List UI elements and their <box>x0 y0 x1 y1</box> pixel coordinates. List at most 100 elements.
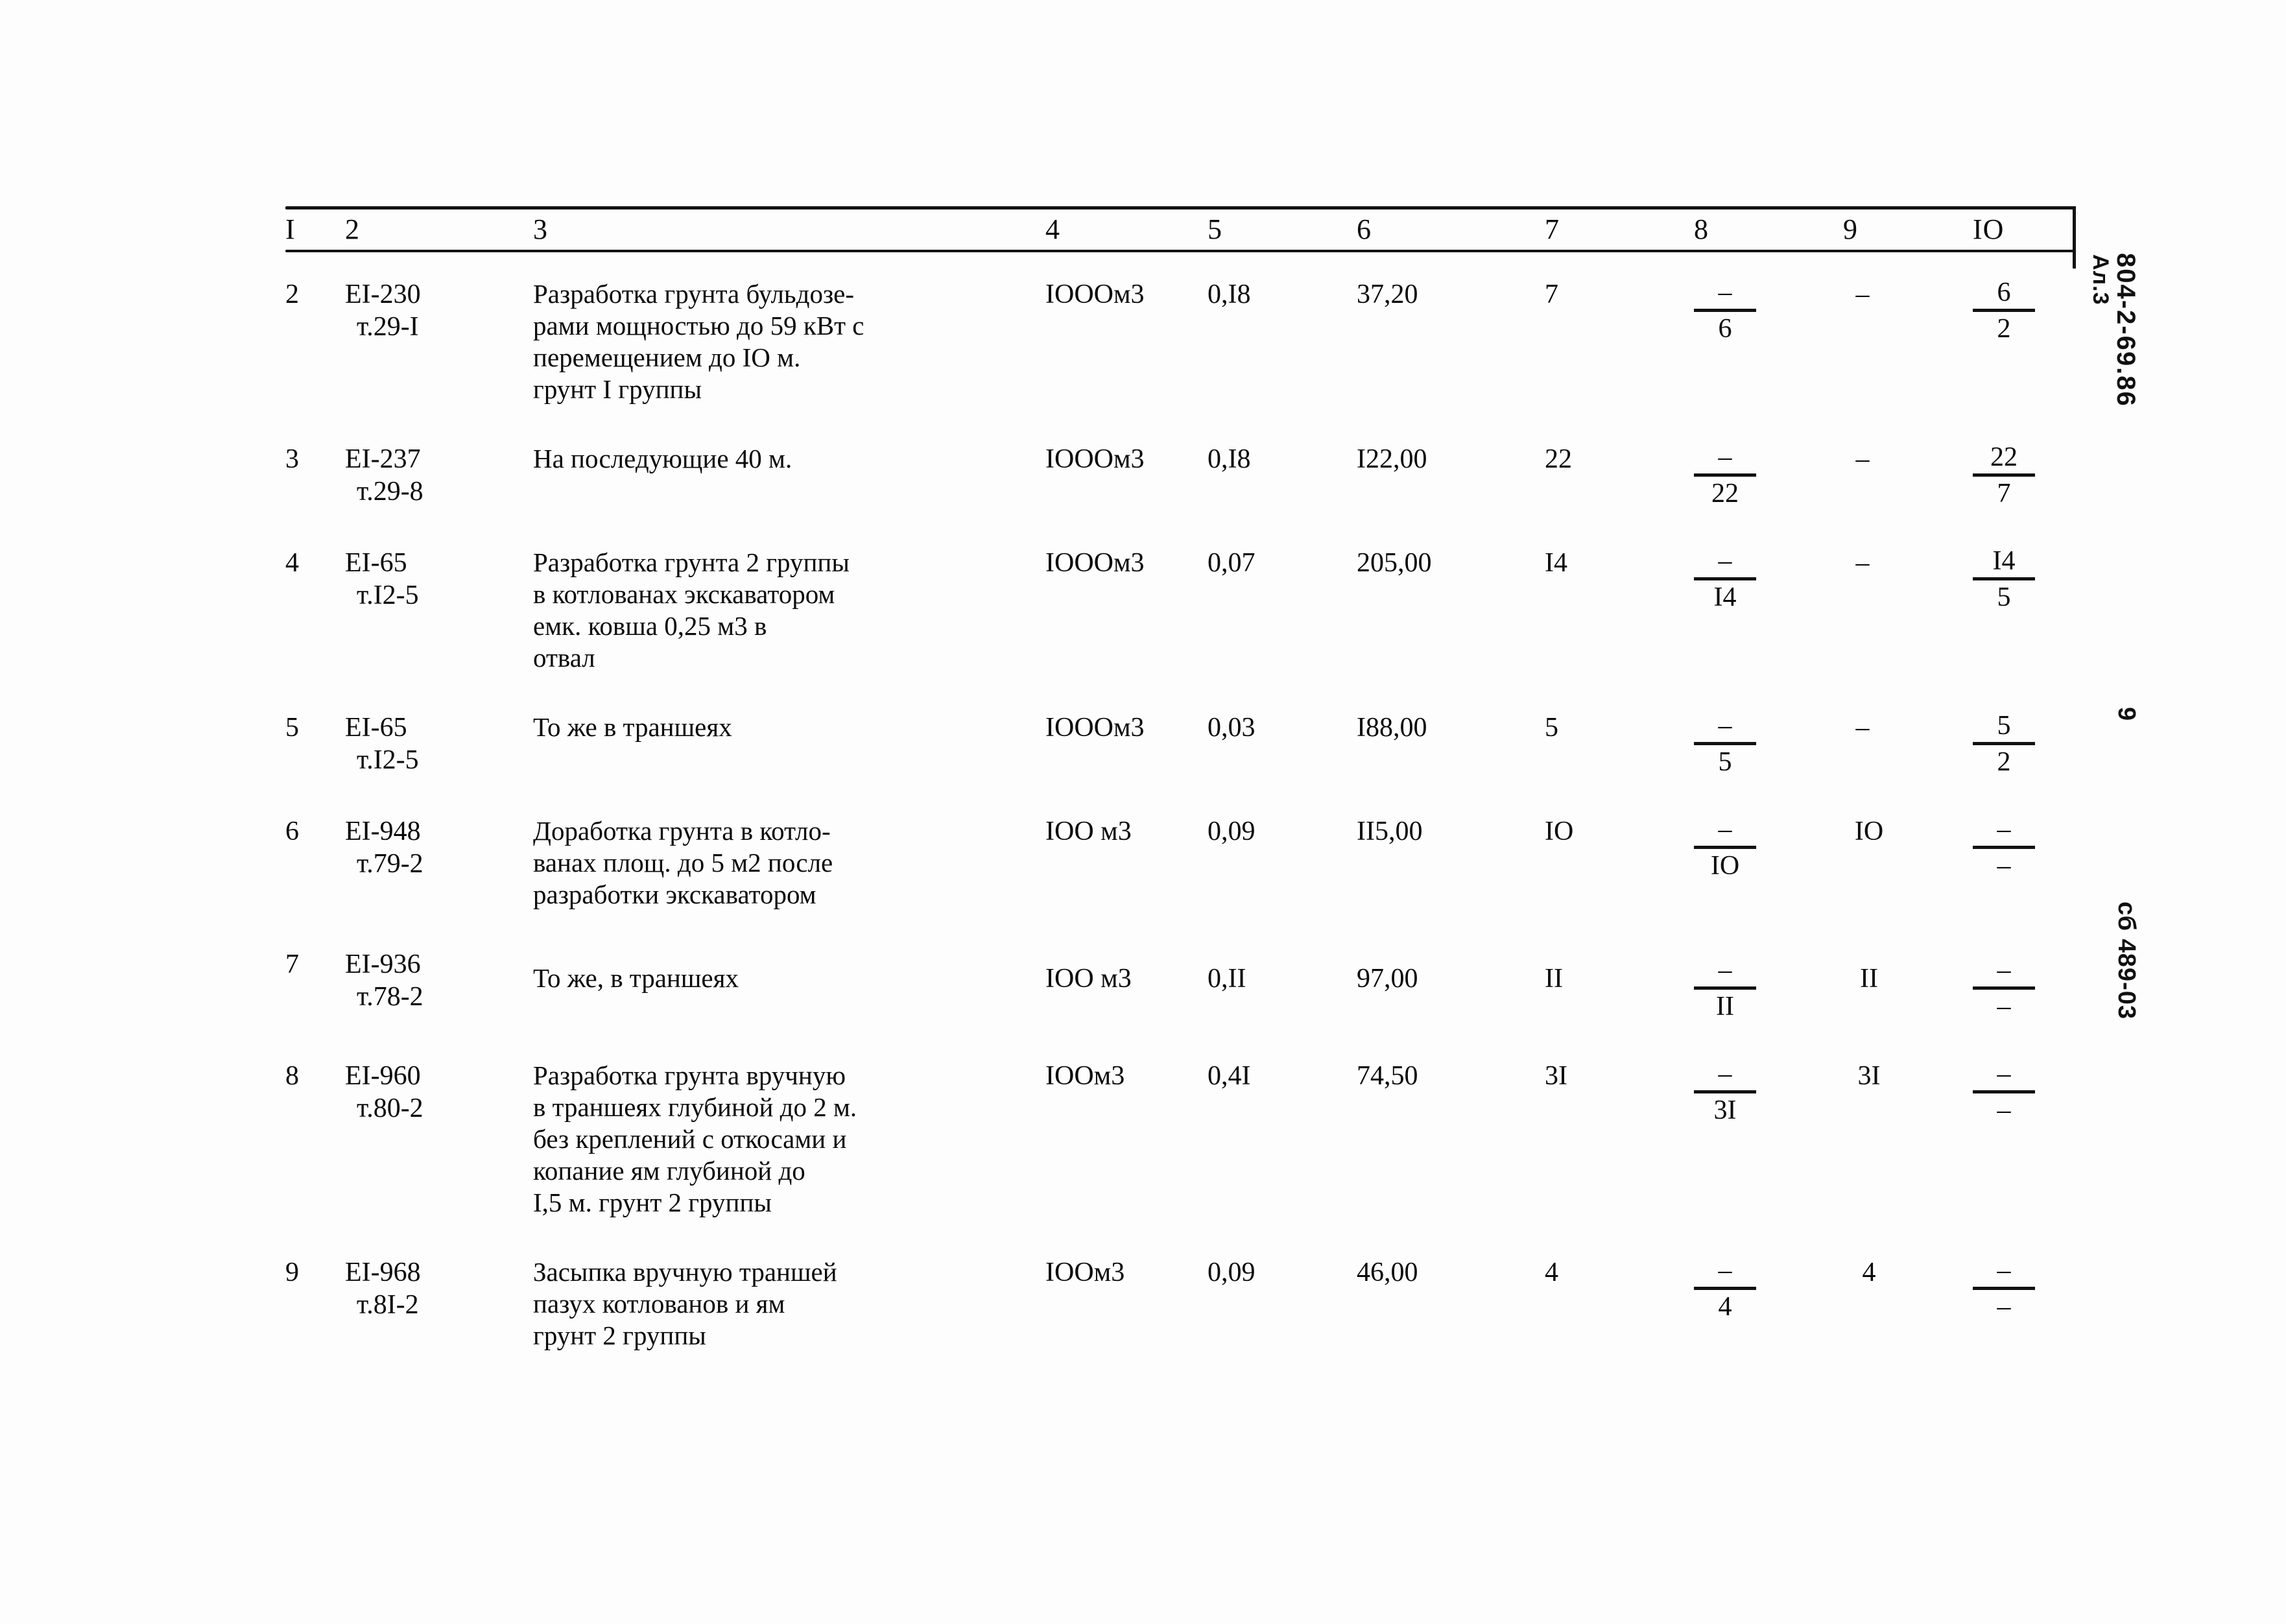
fraction-denominator: – <box>1997 992 2011 1021</box>
row-unit: IОО м3 <box>1045 817 1132 846</box>
row-unit: IООOм3 <box>1045 713 1145 743</box>
fraction-bar <box>1973 1287 2035 1290</box>
row-col9: 3I <box>1843 1060 1973 1219</box>
row-code-line1: EI-936 <box>345 949 421 979</box>
fraction-denominator: – <box>1997 851 2011 881</box>
row-unit: IООм3 <box>1045 1258 1125 1287</box>
row-gap <box>285 1219 2122 1256</box>
fraction-denominator: 5 <box>1997 582 2011 612</box>
fraction-col8: – 3I <box>1694 1060 1756 1126</box>
row-col7: 5 <box>1545 713 1558 743</box>
row-code-line1: EI-237 <box>345 444 421 474</box>
row-description: Доработка грунта в котло- ванах площ. до… <box>533 816 833 909</box>
fraction-col8: – IO <box>1694 815 1756 881</box>
fraction-numerator: – <box>1718 955 1732 985</box>
col9-value: – <box>1855 444 1870 474</box>
row-col7: I4 <box>1545 548 1567 578</box>
fraction-denominator: 6 <box>1718 314 1732 344</box>
row-col6: 37,20 <box>1357 280 1418 309</box>
row-number: 2 <box>285 280 299 309</box>
fraction-bar <box>1973 577 2035 580</box>
margin-document-code: 804-2-69.86 <box>2112 253 2140 407</box>
row-col7: IO <box>1545 817 1574 846</box>
fraction-numerator: – <box>1718 442 1732 472</box>
fraction-col8: – II <box>1694 956 1756 1022</box>
row-code-line2: т.29-8 <box>357 477 423 507</box>
row-code-line1: EI-948 <box>345 817 421 846</box>
row-code-line2: т.80-2 <box>357 1093 423 1123</box>
column-header-6: 6 <box>1357 213 1372 245</box>
col9-value: – <box>1855 713 1870 743</box>
row-code: EI-948 т.79-2 <box>345 815 533 911</box>
fraction-numerator: – <box>1718 711 1732 741</box>
fraction-denominator: 4 <box>1718 1292 1732 1322</box>
fraction-col10: I4 5 <box>1973 547 2035 613</box>
row-code: EI-960 т.80-2 <box>345 1060 533 1219</box>
row-col5: 0,4I <box>1208 1061 1251 1091</box>
col9-value: IO <box>1854 817 1884 846</box>
row-number: 3 <box>285 444 299 474</box>
fraction-numerator: – <box>1718 278 1732 307</box>
col9-value: – <box>1855 548 1870 578</box>
row-col6: II5,00 <box>1357 817 1423 846</box>
row-unit: IООм3 <box>1045 1061 1125 1091</box>
row-code: EI-237 т.29-8 <box>345 443 533 509</box>
row-col5: 0,09 <box>1208 1258 1256 1287</box>
row-code-line2: т.I2-5 <box>357 580 419 610</box>
row-col8: – II <box>1694 948 1843 1022</box>
table-row: 4 EI-65 т.I2-5 Разработка грунта 2 группы… <box>285 547 2122 674</box>
row-col7: 3I <box>1545 1061 1567 1091</box>
row-number: 9 <box>285 1258 299 1287</box>
table-header-row: I 2 3 4 5 6 7 8 9 IO <box>285 209 2122 250</box>
fraction-col8: – 5 <box>1694 711 1756 778</box>
col9-value: – <box>1855 280 1870 309</box>
row-col7: 22 <box>1545 444 1572 474</box>
column-header-8: 8 <box>1694 213 1709 245</box>
column-header-3: 3 <box>533 213 548 245</box>
row-col6: I88,00 <box>1357 713 1427 743</box>
row-gap <box>285 778 2122 815</box>
row-col10: 5 2 <box>1973 711 2122 778</box>
row-code: EI-936 т.78-2 <box>345 948 533 1022</box>
row-col5: 0,I8 <box>1208 444 1251 474</box>
col9-value: 4 <box>1862 1258 1876 1287</box>
fraction-denominator: 22 <box>1711 479 1739 508</box>
fraction-col10: – – <box>1973 1256 2035 1322</box>
row-col5: 0,I8 <box>1208 280 1251 309</box>
fraction-bar <box>1973 309 2035 312</box>
fraction-col10: – – <box>1973 956 2035 1022</box>
row-gap <box>285 509 2122 547</box>
fraction-denominator: 2 <box>1997 747 2011 777</box>
row-col5: 0,09 <box>1208 817 1256 846</box>
col9-value: II <box>1860 964 1878 994</box>
margin-page-number: 9 <box>2113 707 2140 721</box>
row-number: 6 <box>285 817 299 846</box>
row-col9: – <box>1843 711 1973 778</box>
row-code-line2: т.I2-5 <box>357 745 419 775</box>
fraction-numerator: – <box>1997 1256 2011 1285</box>
fraction-numerator: – <box>1718 1059 1732 1089</box>
row-number: 8 <box>285 1061 299 1091</box>
fraction-denominator: 5 <box>1718 747 1732 777</box>
table-right-edge-rule <box>2073 206 2076 269</box>
row-gap <box>285 1022 2122 1060</box>
fraction-col10: 5 2 <box>1973 711 2035 778</box>
row-col6: I22,00 <box>1357 444 1427 474</box>
table-row: 2 EI-230 т.29-I Разработка грунта бульдоз… <box>285 278 2122 405</box>
margin-sheet-label: Ал.3 <box>2088 254 2113 305</box>
row-unit: IОО м3 <box>1045 964 1132 994</box>
fraction-bar <box>1694 1287 1756 1290</box>
margin-collection-code: сб 489-03 <box>2113 902 2140 1020</box>
fraction-bar <box>1694 309 1756 312</box>
fraction-numerator: 5 <box>1997 711 2011 741</box>
row-description: Засыпка вручную траншей пазух котлованов… <box>533 1257 837 1350</box>
row-gap <box>285 911 2122 948</box>
row-col8: – 22 <box>1694 443 1843 509</box>
row-col8: – 5 <box>1694 711 1843 778</box>
table-row: 3 EI-237 т.29-8 На последующие 40 м. IООO… <box>285 443 2122 509</box>
fraction-denominator: 7 <box>1997 479 2011 508</box>
row-col10: – – <box>1973 1060 2122 1219</box>
row-description: Разработка грунта 2 группы в котлованах … <box>533 547 850 673</box>
row-description: То же, в траншеях <box>533 963 739 993</box>
row-code-line2: т.8I-2 <box>357 1290 419 1320</box>
